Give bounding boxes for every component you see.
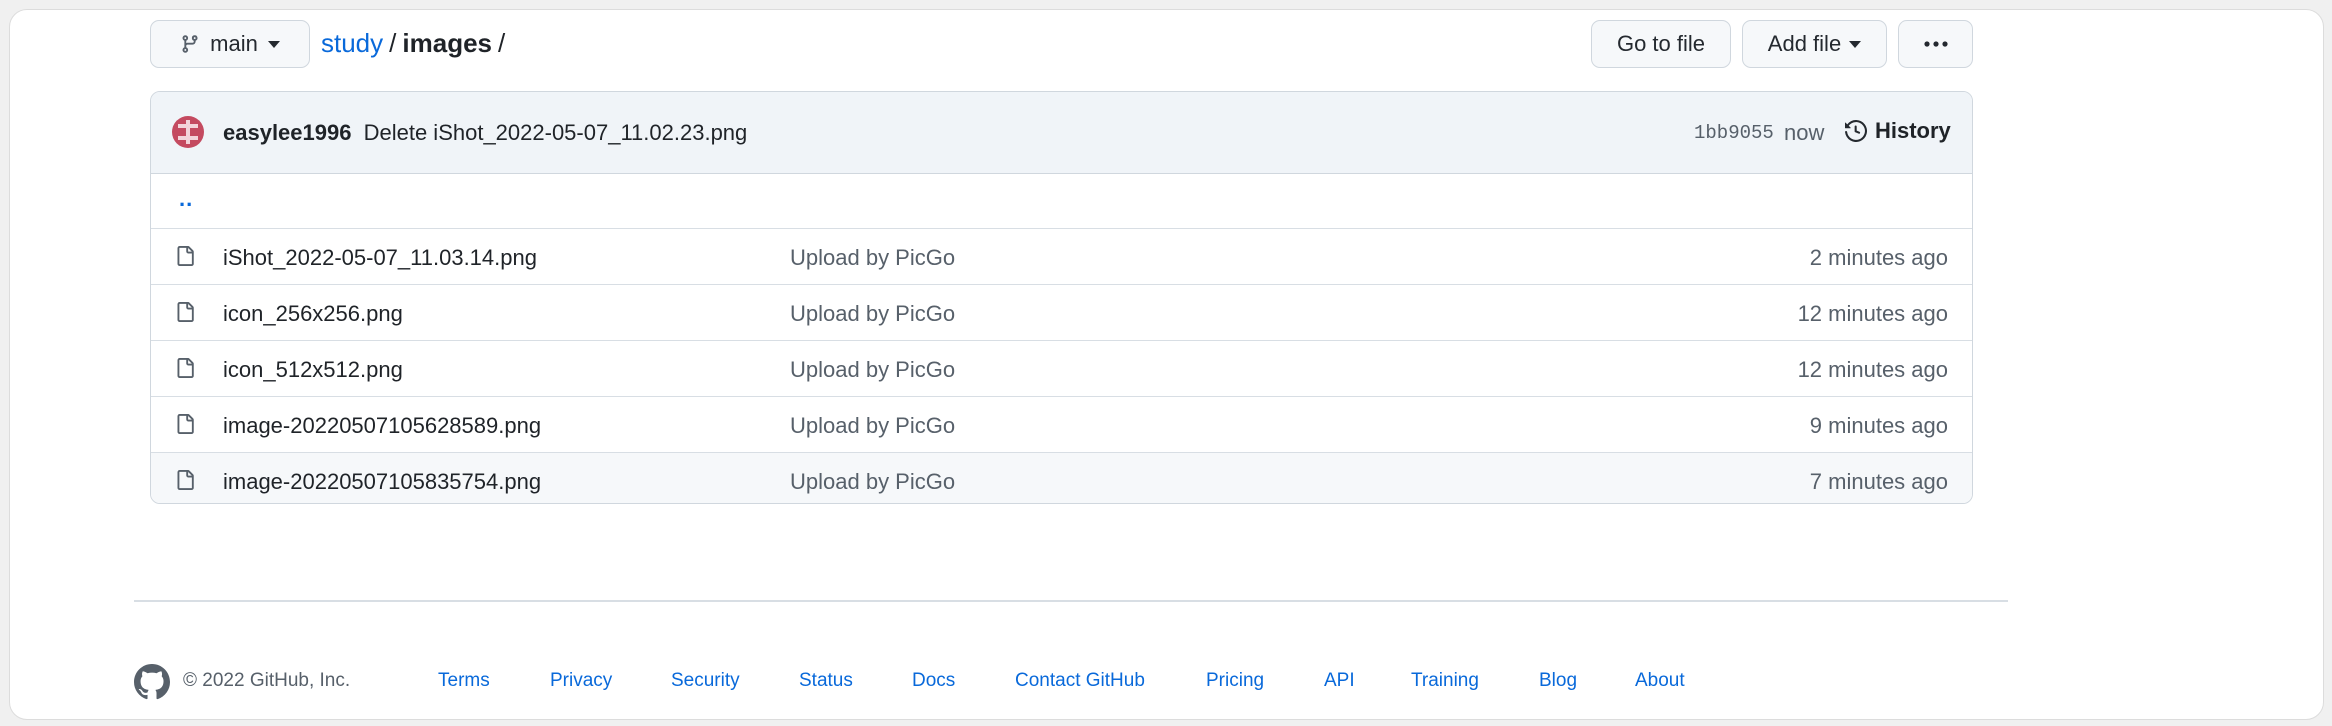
parent-directory-row[interactable]: .. xyxy=(151,174,1972,229)
file-age: 9 minutes ago xyxy=(1809,413,1948,438)
copyright: © 2022 GitHub, Inc. xyxy=(183,670,351,691)
footer-link-contact-github[interactable]: Contact GitHub xyxy=(1015,670,1145,692)
commit-message[interactable]: Delete iShot_2022-05-07_11.02.23.png xyxy=(364,120,748,145)
go-to-file-button[interactable]: Go to file xyxy=(1591,20,1731,68)
branch-name: main xyxy=(210,31,258,56)
caret-down-icon xyxy=(267,40,280,48)
file-browser: easylee1996 Delete iShot_2022-05-07_11.0… xyxy=(150,91,1973,504)
file-icon xyxy=(177,358,194,378)
file-name[interactable]: iShot_2022-05-07_11.03.14.png xyxy=(223,245,537,271)
footer-link-blog[interactable]: Blog xyxy=(1539,670,1577,692)
file-icon xyxy=(177,302,194,322)
history-icon xyxy=(1845,120,1867,142)
file-icon xyxy=(177,414,194,434)
file-commit-message[interactable]: Upload by PicGo xyxy=(790,357,955,383)
file-commit-message[interactable]: Upload by PicGo xyxy=(790,413,955,439)
file-age: 7 minutes ago xyxy=(1809,469,1948,494)
breadcrumb-current-folder: images xyxy=(402,28,492,58)
history-label: History xyxy=(1875,118,1951,143)
file-name[interactable]: icon_512x512.png xyxy=(223,357,403,383)
avatar[interactable] xyxy=(172,116,204,148)
table-row[interactable]: image-20220507105628589.png Upload by Pi… xyxy=(151,397,1972,453)
file-name[interactable]: image-20220507105835754.png xyxy=(223,469,541,495)
table-row[interactable]: icon_512x512.png Upload by PicGo 12 minu… xyxy=(151,341,1972,397)
commit-time: now xyxy=(1784,120,1825,145)
add-file-label: Add file xyxy=(1767,31,1842,56)
footer-divider xyxy=(134,600,2008,602)
footer-link-terms[interactable]: Terms xyxy=(438,670,490,692)
footer-link-api[interactable]: API xyxy=(1324,670,1355,692)
latest-commit-bar: easylee1996 Delete iShot_2022-05-07_11.0… xyxy=(151,92,1972,174)
commit-summary: easylee1996 Delete iShot_2022-05-07_11.0… xyxy=(223,120,747,146)
kebab-horizontal-icon xyxy=(1923,41,1948,47)
file-name[interactable]: image-20220507105628589.png xyxy=(223,413,541,439)
table-row[interactable]: iShot_2022-05-07_11.03.14.png Upload by … xyxy=(151,229,1972,285)
breadcrumb-repo-link[interactable]: study xyxy=(321,28,383,59)
history-link[interactable]: History xyxy=(1845,118,1951,144)
file-icon xyxy=(177,246,194,266)
go-to-file-label: Go to file xyxy=(1616,31,1706,56)
breadcrumb: study / images / xyxy=(321,28,505,59)
footer-link-status[interactable]: Status xyxy=(799,670,853,692)
footer-link-pricing[interactable]: Pricing xyxy=(1206,670,1264,692)
file-age: 12 minutes ago xyxy=(1797,357,1948,382)
add-file-button[interactable]: Add file xyxy=(1742,20,1887,68)
more-options-button[interactable] xyxy=(1898,20,1973,68)
github-mark-icon[interactable] xyxy=(134,664,170,700)
commit-author[interactable]: easylee1996 xyxy=(223,120,351,145)
table-row[interactable]: icon_256x256.png Upload by PicGo 12 minu… xyxy=(151,285,1972,341)
file-commit-message[interactable]: Upload by PicGo xyxy=(790,245,955,271)
file-name[interactable]: icon_256x256.png xyxy=(223,301,403,327)
footer-link-training[interactable]: Training xyxy=(1411,670,1479,692)
branch-selector-button[interactable]: main xyxy=(150,20,310,68)
file-commit-message[interactable]: Upload by PicGo xyxy=(790,469,955,495)
commit-sha[interactable]: 1bb9055 xyxy=(1694,122,1774,144)
footer-link-about[interactable]: About xyxy=(1635,670,1685,692)
table-row[interactable]: image-20220507105835754.png Upload by Pi… xyxy=(151,453,1972,503)
page-frame: main study / images / Go to file Add fil… xyxy=(9,9,2324,720)
footer-link-docs[interactable]: Docs xyxy=(912,670,955,692)
file-commit-message[interactable]: Upload by PicGo xyxy=(790,301,955,327)
file-age: 2 minutes ago xyxy=(1809,245,1948,270)
breadcrumb-separator: / xyxy=(498,28,506,58)
footer-link-security[interactable]: Security xyxy=(671,670,740,692)
breadcrumb-separator: / xyxy=(389,28,397,58)
file-icon xyxy=(177,470,194,490)
git-branch-icon xyxy=(182,35,198,53)
file-age: 12 minutes ago xyxy=(1797,301,1948,326)
caret-down-icon xyxy=(1849,40,1862,48)
footer-link-privacy[interactable]: Privacy xyxy=(550,670,612,692)
parent-directory-link[interactable]: .. xyxy=(179,186,193,212)
